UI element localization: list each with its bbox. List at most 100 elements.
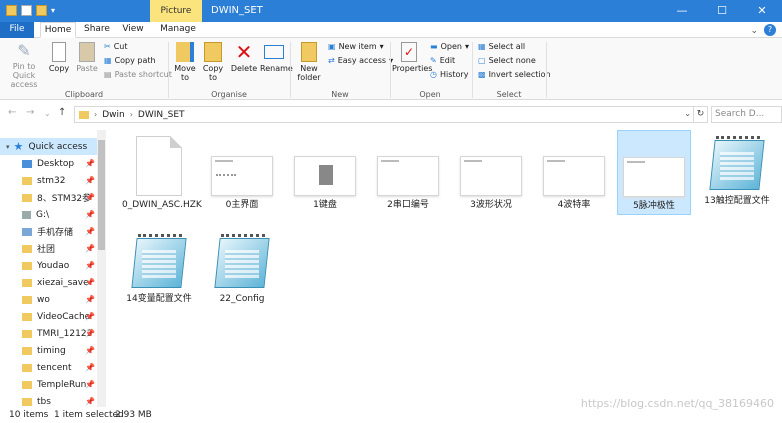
sidebar-item-tencent[interactable]: tencent 📌 — [0, 359, 97, 376]
tab-file[interactable]: File — [0, 22, 34, 38]
sidebar-item-tmri[interactable]: TMRI_12123 📌 — [0, 325, 97, 342]
selection-count: 1 item selected — [54, 410, 124, 420]
address-dropdown-icon[interactable]: ⌄ — [684, 109, 691, 118]
file-item[interactable]: 0主界面 — [205, 130, 279, 226]
notepad-icon — [213, 232, 271, 290]
paste-shortcut-button[interactable]: ▤ Paste shortcut — [104, 70, 172, 80]
edit-button[interactable]: ✎ Edit — [430, 56, 455, 66]
new-item-button[interactable]: ▣ New item ▾ — [328, 42, 384, 52]
breadcrumb-dwin-set[interactable]: DWIN_SET — [138, 110, 185, 120]
breadcrumb-separator-icon: › — [129, 110, 133, 119]
copy-to-button[interactable]: Copy to — [200, 42, 226, 82]
sidebar-item-label: tbs — [37, 396, 51, 407]
select-all-button[interactable]: ▦ Select all — [478, 42, 525, 52]
new-item-icon: ▣ — [328, 42, 336, 51]
sidebar-item-club[interactable]: 社团 📌 — [0, 240, 97, 257]
sidebar-item-timing[interactable]: timing 📌 — [0, 342, 97, 359]
file-item[interactable]: 22_Config — [205, 228, 279, 308]
paste-button[interactable]: Paste — [74, 42, 100, 73]
sidebar-item-desktop[interactable]: Desktop 📌 — [0, 155, 97, 172]
maximize-button[interactable]: ☐ — [702, 0, 742, 22]
folder-icon — [22, 295, 32, 304]
sidebar-item-label: xiezai_save — [37, 277, 89, 288]
file-item[interactable]: 1键盘 — [288, 130, 362, 226]
expand-caret-icon[interactable]: ▾ — [6, 143, 10, 151]
scrollbar-thumb[interactable] — [98, 140, 105, 250]
tab-view[interactable]: View — [118, 22, 148, 38]
history-button[interactable]: ◷ History — [430, 70, 468, 80]
breadcrumb-dwin[interactable]: Dwin — [102, 110, 125, 120]
item-count: 10 items — [9, 410, 49, 420]
sidebar-item-stm32[interactable]: stm32 📌 — [0, 172, 97, 189]
organise-group-label: Organise — [211, 90, 247, 99]
collapse-ribbon-icon[interactable]: ⌄ — [750, 26, 758, 36]
copy-button[interactable]: Copy — [46, 42, 72, 73]
recent-locations-button[interactable]: ⌄ — [44, 109, 51, 118]
sidebar-item-stm32-ref[interactable]: 8、STM32参 📌 — [0, 189, 97, 206]
sidebar-item-xiezai-save[interactable]: xiezai_save 📌 — [0, 274, 97, 291]
pin-icon: ✎ — [17, 41, 31, 60]
copy-path-button[interactable]: ▦ Copy path — [104, 56, 156, 66]
customize-toolbar-icon[interactable]: ▾ — [51, 5, 62, 16]
breadcrumb-separator-icon: › — [94, 110, 98, 119]
tab-share[interactable]: Share — [82, 22, 112, 38]
properties-button[interactable]: ✓ Properties — [392, 42, 432, 73]
forward-button[interactable]: → — [26, 107, 34, 118]
help-icon[interactable]: ? — [764, 24, 776, 36]
open-label: Open — [440, 42, 462, 51]
delete-label: Delete — [230, 64, 258, 73]
sidebar-item-quick-access[interactable]: ▾ ★ Quick access — [0, 138, 97, 155]
watermark: https://blog.csdn.net/qq_38169460 — [580, 397, 774, 410]
file-item[interactable]: 4波特率 — [537, 130, 611, 226]
rename-button[interactable]: Rename — [260, 42, 293, 73]
sidebar-item-templerun[interactable]: TempleRun 📌 — [0, 376, 97, 393]
refresh-button[interactable]: ↻ — [694, 106, 708, 123]
file-item[interactable]: 14变量配置文件 — [122, 228, 196, 308]
close-button[interactable]: ✕ — [742, 0, 782, 22]
properties-icon[interactable] — [21, 5, 32, 16]
back-button[interactable]: ← — [8, 107, 16, 118]
file-name: 2串口编号 — [387, 200, 429, 210]
sidebar-item-videocache[interactable]: VideoCache 📌 — [0, 308, 97, 325]
sidebar-item-wo[interactable]: wo 📌 — [0, 291, 97, 308]
open-button[interactable]: ▬ Open ▾ — [430, 42, 469, 52]
picture-tools-tab[interactable]: Picture Tools — [150, 0, 202, 38]
easy-access-button[interactable]: ⇄ Easy access ▾ — [328, 56, 393, 66]
up-button[interactable]: ↑ — [58, 107, 66, 118]
tab-manage[interactable]: Manage — [156, 22, 200, 38]
sidebar-item-youdao[interactable]: Youdao 📌 — [0, 257, 97, 274]
file-item[interactable]: 3波形状况 — [454, 130, 528, 226]
folder-icon — [22, 244, 32, 253]
select-none-button[interactable]: ▢ Select none — [478, 56, 536, 66]
delete-button[interactable]: ✕ Delete — [230, 42, 258, 73]
file-item-selected[interactable]: 5脉冲极性 — [617, 130, 691, 215]
star-icon: ★ — [13, 139, 24, 153]
address-bar[interactable]: › Dwin › DWIN_SET ⌄ — [74, 106, 694, 123]
title-bar: ▾ Picture Tools DWIN_SET — ☐ ✕ — [0, 0, 782, 38]
tab-home[interactable]: Home — [40, 22, 76, 38]
select-group-label: Select — [496, 90, 522, 99]
pin-to-quick-access-button[interactable]: ✎ Pin to Quick access — [2, 41, 46, 90]
sidebar-item-label: 社团 — [37, 245, 56, 255]
ribbon: ✎ Pin to Quick access Copy Paste ✂ Cut ▦… — [0, 38, 782, 100]
cut-label: Cut — [113, 42, 128, 51]
invert-selection-button[interactable]: ▩ Invert selection — [478, 70, 551, 80]
file-item[interactable]: 0_DWIN_ASC.HZK — [122, 130, 202, 226]
desktop-icon — [22, 159, 32, 168]
selection-size: 2.93 MB — [115, 410, 152, 420]
sidebar-item-phone-storage[interactable]: 手机存储 📌 — [0, 223, 97, 240]
pin-icon: 📌 — [85, 193, 95, 202]
sidebar-item-tbs[interactable]: tbs 📌 — [0, 393, 97, 407]
new-folder-icon[interactable] — [36, 5, 47, 16]
sidebar-item-g-drive[interactable]: G:\ 📌 — [0, 206, 97, 223]
file-item[interactable]: 2串口编号 — [371, 130, 445, 226]
search-input[interactable]: Search D... — [711, 106, 782, 123]
sidebar-scrollbar[interactable] — [97, 130, 106, 407]
new-folder-button[interactable]: New folder — [294, 42, 324, 82]
move-to-button[interactable]: Move to — [172, 42, 198, 82]
minimize-button[interactable]: — — [662, 0, 702, 22]
edit-icon: ✎ — [430, 56, 437, 65]
file-item[interactable]: 13触控配置文件 — [700, 130, 774, 226]
folder-icon — [22, 261, 32, 270]
cut-button[interactable]: ✂ Cut — [104, 42, 128, 52]
